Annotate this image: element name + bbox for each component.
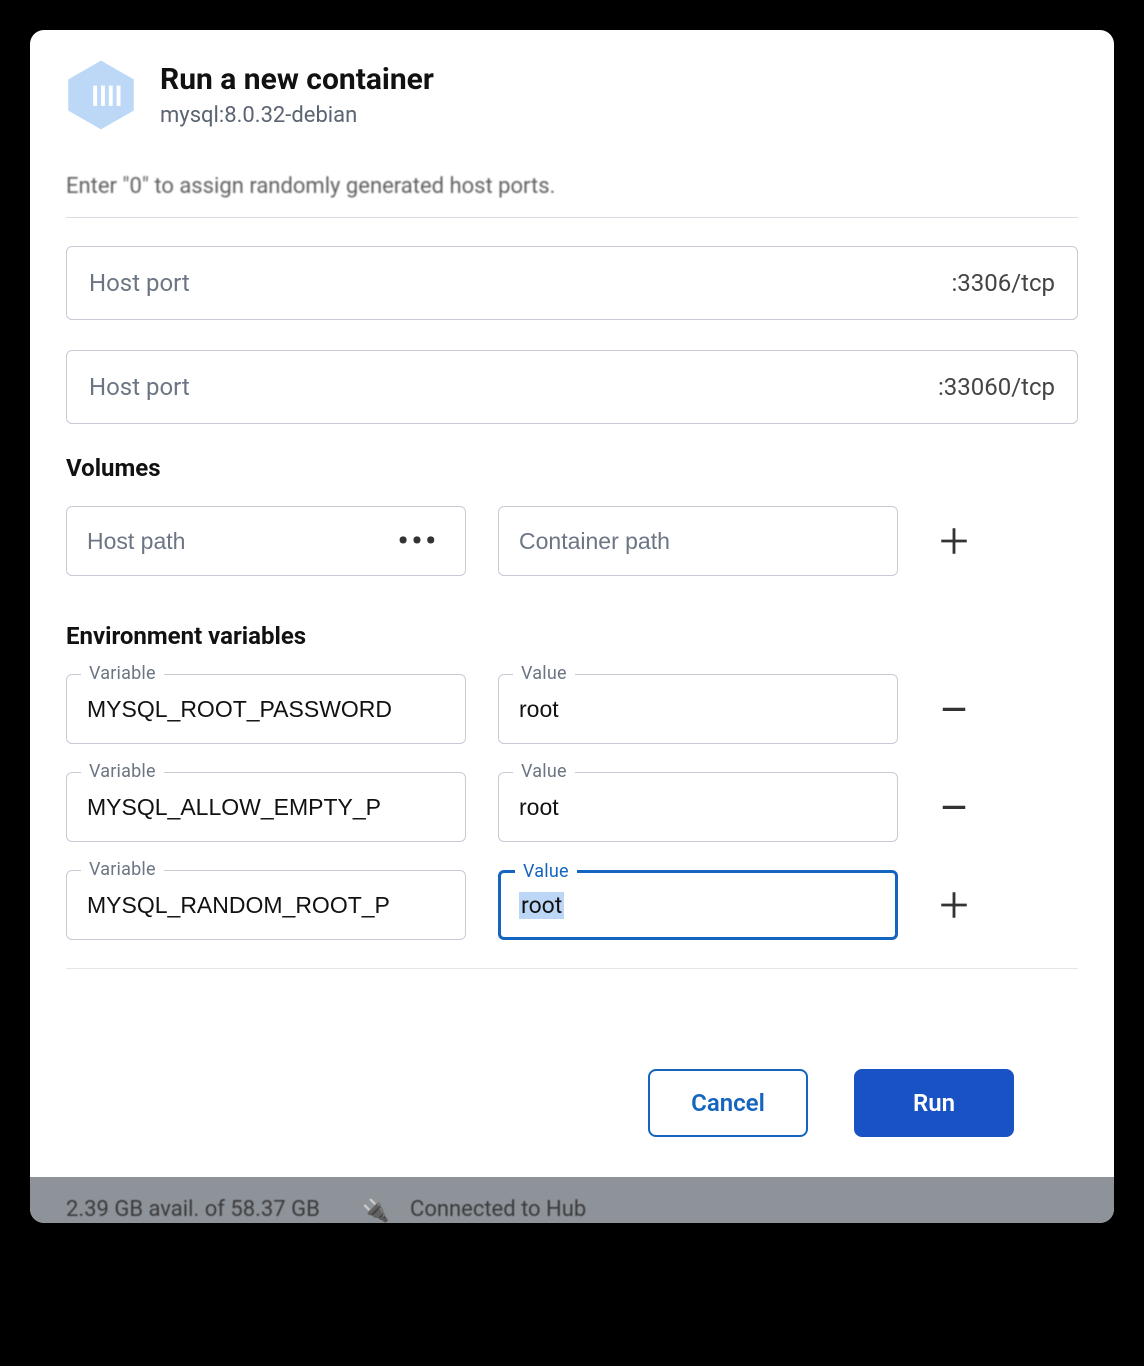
env-variable-label: Variable [81,663,164,684]
env-value-label: Value [515,861,577,882]
env-variable-field[interactable] [87,892,445,919]
env-variable-input[interactable]: Variable [66,772,466,842]
volume-container-path-field[interactable] [519,528,877,555]
volume-row: ••• [66,506,1078,576]
env-value-label: Value [513,761,575,782]
container-image-icon [62,56,140,134]
status-bar: 2.39 GB avail. of 58.37 GB 🔌 Connected t… [30,1177,1114,1223]
dialog-header: Run a new container mysql:8.0.32-debian [30,30,1114,174]
header-text: Run a new container mysql:8.0.32-debian [160,56,434,128]
plug-icon: 🔌 [362,1199,389,1223]
add-env-button[interactable] [930,881,978,929]
env-value-selected-text[interactable]: root [519,892,564,919]
hub-status-text: Connected to Hub [410,1197,586,1222]
env-variable-label: Variable [81,859,164,880]
volume-host-path-input[interactable]: ••• [66,506,466,576]
env-value-input[interactable]: Value [498,772,898,842]
env-variable-field[interactable] [87,696,445,723]
volume-container-path-input[interactable] [498,506,898,576]
ports-helper-text: Enter "0" to assign randomly generated h… [66,174,555,199]
container-port-suffix: :33060/tcp [938,373,1055,401]
image-tag: mysql:8.0.32-debian [160,103,434,128]
host-port-input-row[interactable]: Host port :33060/tcp [66,350,1078,424]
add-volume-button[interactable] [930,517,978,565]
cancel-button[interactable]: Cancel [648,1069,808,1137]
volumes-heading: Volumes [66,454,1078,482]
env-heading: Environment variables [66,622,1078,650]
footer-separator [66,968,1078,969]
dialog-body: Enter "0" to assign randomly generated h… [30,174,1114,989]
remove-env-button[interactable] [930,783,978,831]
env-value-input[interactable]: Value [498,674,898,744]
container-port-suffix: :3306/tcp [951,269,1055,297]
env-variable-field[interactable] [87,794,445,821]
env-variable-input[interactable]: Variable [66,674,466,744]
env-value-label: Value [513,663,575,684]
env-variable-input[interactable]: Variable [66,870,466,940]
volume-host-path-field[interactable] [87,528,398,555]
ports-helper-text-cutoff: Enter "0" to assign randomly generated h… [66,174,1078,218]
host-port-placeholder: Host port [89,373,938,401]
env-value-input[interactable]: Value root [498,870,898,940]
env-variable-label: Variable [81,761,164,782]
run-container-dialog: Run a new container mysql:8.0.32-debian … [30,30,1114,1223]
env-row: Variable Value root [66,870,1078,940]
run-button[interactable]: Run [854,1069,1014,1137]
env-row: Variable Value [66,674,1078,744]
browse-icon[interactable]: ••• [398,524,439,559]
host-port-placeholder: Host port [89,269,951,297]
env-row: Variable Value [66,772,1078,842]
host-port-input-row[interactable]: Host port :3306/tcp [66,246,1078,320]
dialog-title: Run a new container [160,62,434,97]
env-value-field[interactable] [519,794,877,821]
disk-usage-text: 2.39 GB avail. of 58.37 GB [66,1197,320,1222]
dialog-footer: Cancel Run [30,989,1114,1177]
remove-env-button[interactable] [930,685,978,733]
env-value-field[interactable] [519,696,877,723]
